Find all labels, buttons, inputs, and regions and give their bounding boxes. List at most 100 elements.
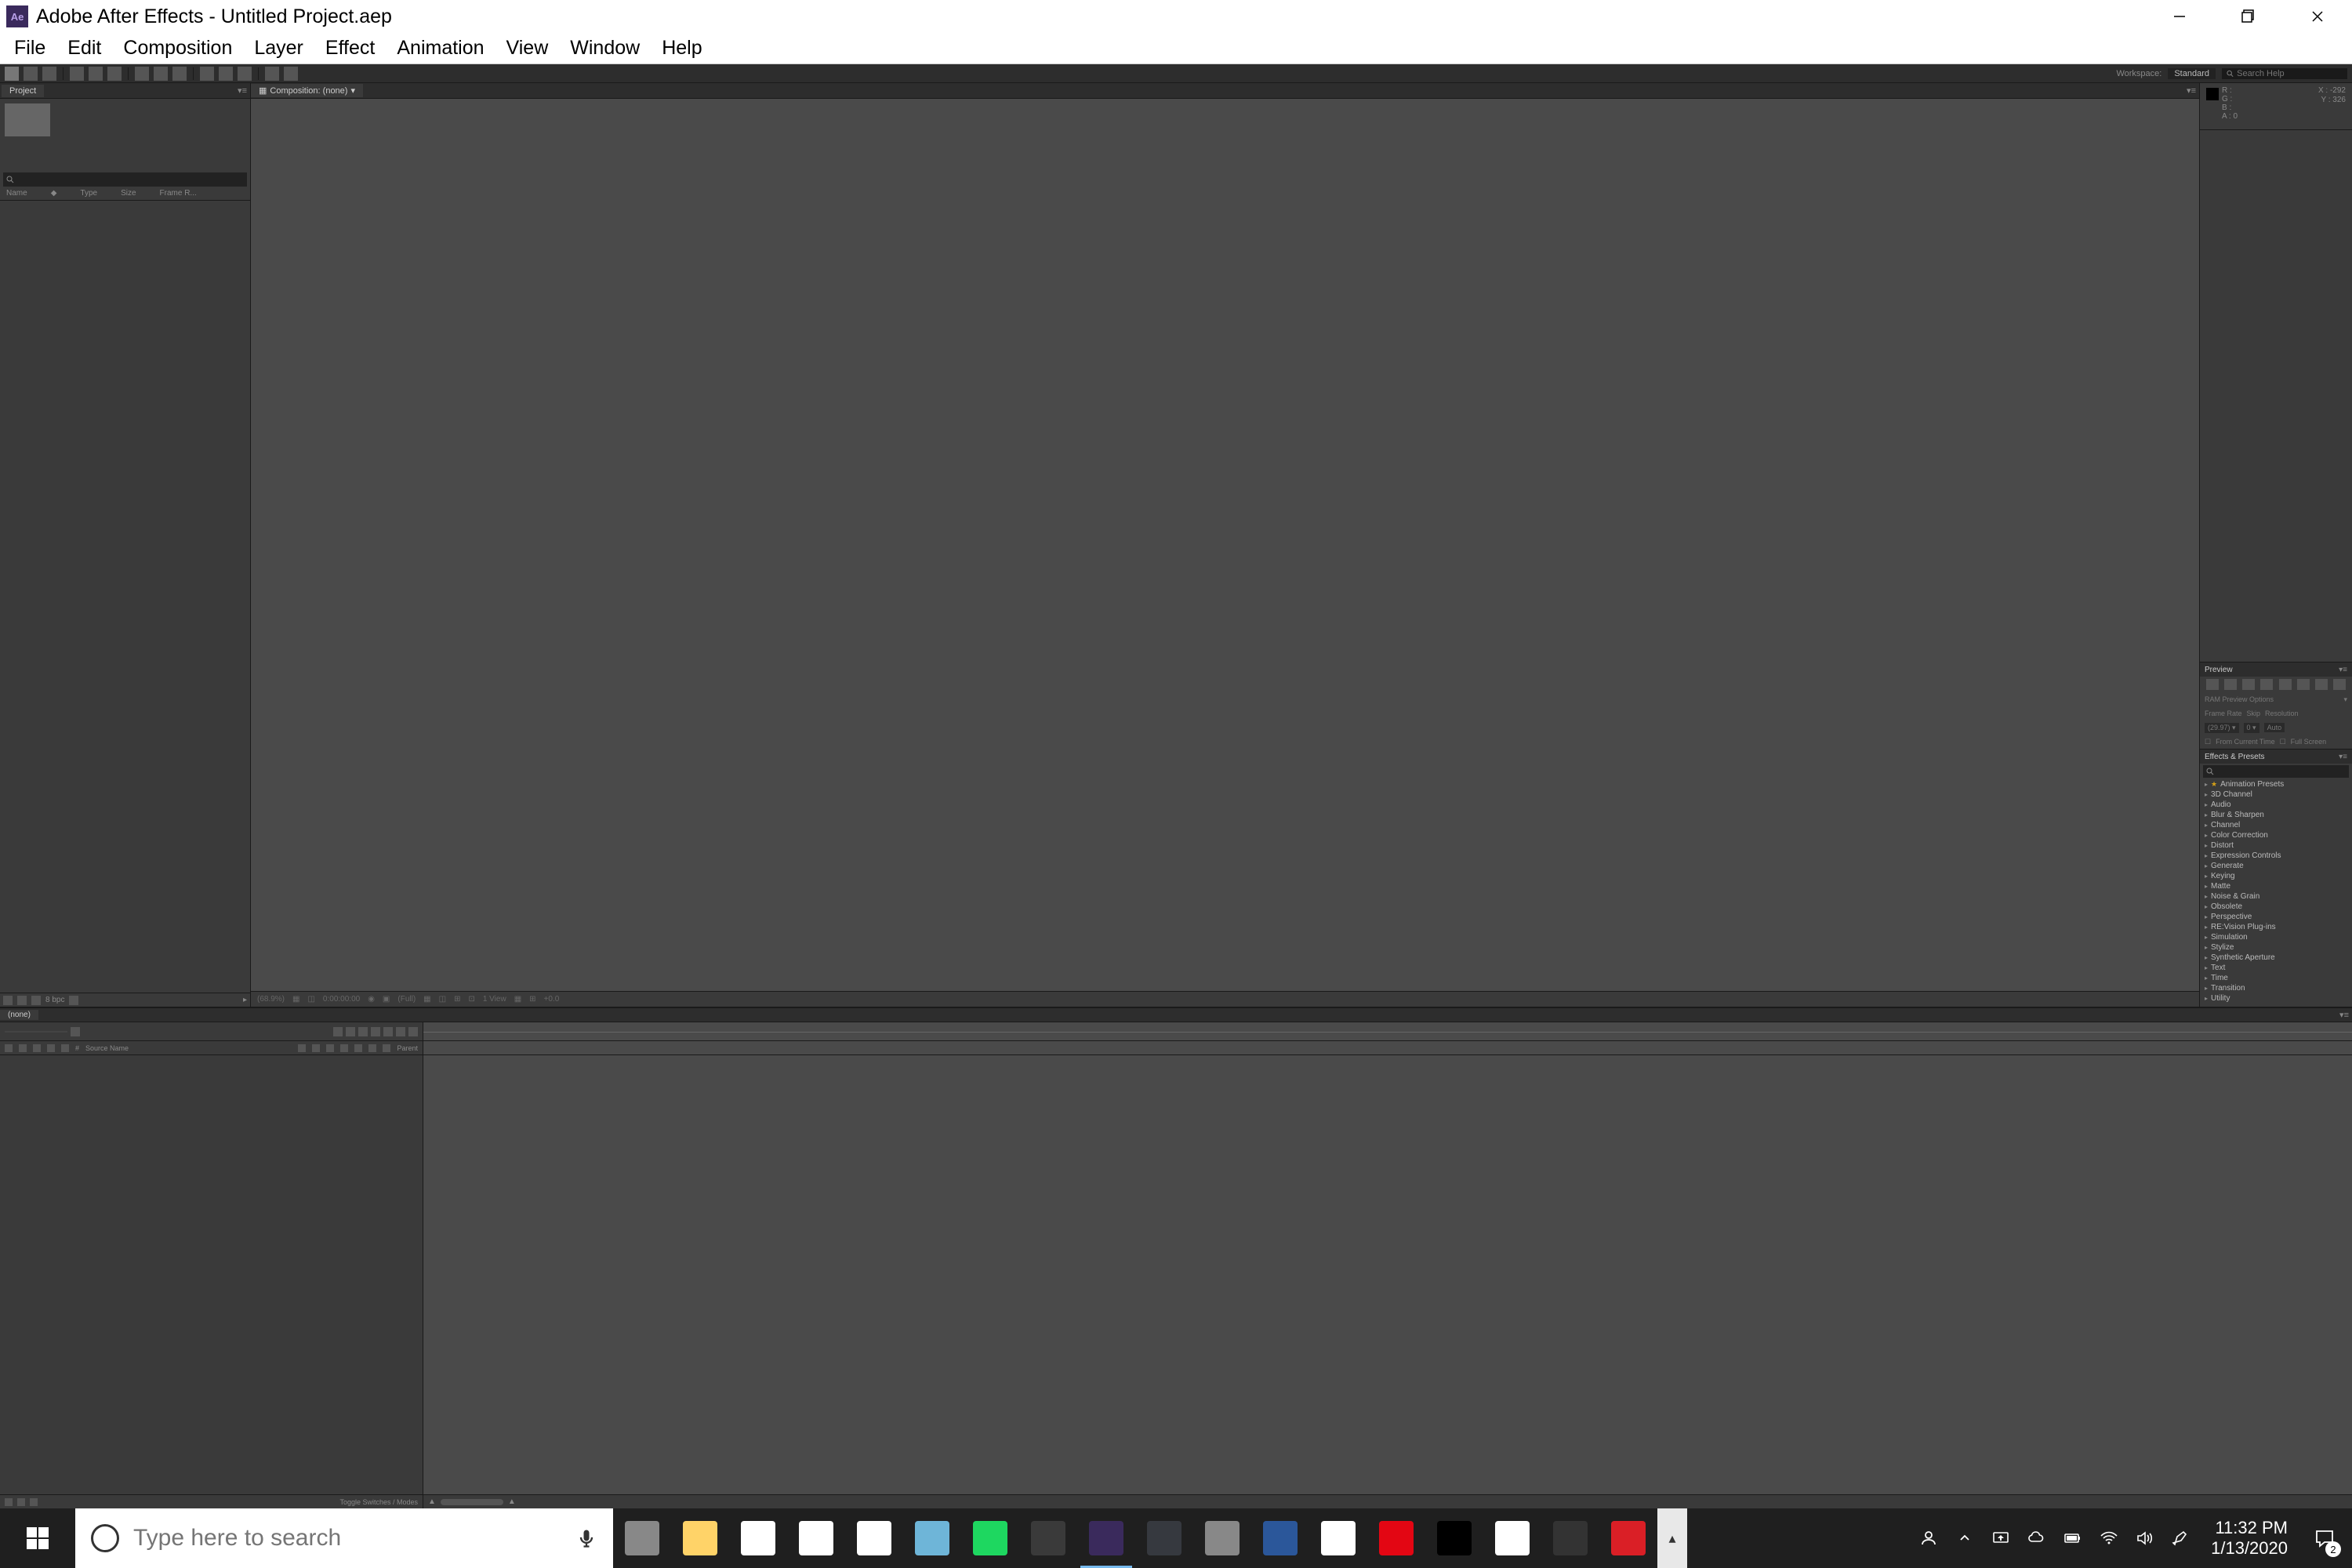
- mask-tool-icon[interactable]: [135, 67, 149, 81]
- roto-tool-icon[interactable]: [265, 67, 279, 81]
- switches-col-icon[interactable]: [298, 1044, 306, 1052]
- effects-category-item[interactable]: ▸Stylize: [2203, 942, 2349, 953]
- switches-col-icon[interactable]: [354, 1044, 362, 1052]
- frame-blend-icon[interactable]: [371, 1027, 380, 1036]
- effects-category-item[interactable]: ▸Expression Controls: [2203, 851, 2349, 861]
- taskbar-search[interactable]: [75, 1508, 613, 1568]
- menu-file[interactable]: File: [3, 34, 56, 63]
- action-center-button[interactable]: 2: [2300, 1508, 2349, 1568]
- menu-layer[interactable]: Layer: [243, 34, 314, 63]
- resolution-dropdown[interactable]: Auto: [2264, 723, 2285, 732]
- effects-category-item[interactable]: ▸★Animation Presets: [2203, 779, 2349, 789]
- taskbar-app-task-view[interactable]: [613, 1508, 671, 1568]
- effects-tab[interactable]: Effects & Presets ▾≡: [2200, 750, 2352, 764]
- expand-masks-icon[interactable]: [17, 1498, 25, 1506]
- effects-search-box[interactable]: [2203, 765, 2349, 778]
- taskbar-app-spotify[interactable]: [961, 1508, 1019, 1568]
- index-col[interactable]: #: [75, 1044, 79, 1052]
- comp-footer-icon[interactable]: ◉: [368, 995, 375, 1004]
- taskbar-app-visual-studio[interactable]: [1019, 1508, 1077, 1568]
- brainstorm-icon[interactable]: [396, 1027, 405, 1036]
- comp-mini-flowchart-icon[interactable]: [333, 1027, 343, 1036]
- camera-tool-icon[interactable]: [89, 67, 103, 81]
- comp-time[interactable]: 0:00:00:00: [323, 995, 360, 1004]
- close-button[interactable]: [2283, 0, 2352, 33]
- brush-tool-icon[interactable]: [200, 67, 214, 81]
- panel-menu-icon[interactable]: ▾≡: [2336, 1010, 2352, 1020]
- project-tab[interactable]: Project: [2, 85, 44, 97]
- selection-tool-icon[interactable]: [5, 67, 19, 81]
- pan-behind-tool-icon[interactable]: [107, 67, 122, 81]
- effects-category-item[interactable]: ▸RE:Vision Plug-ins: [2203, 922, 2349, 932]
- effects-category-item[interactable]: ▸Simulation: [2203, 932, 2349, 942]
- effects-category-item[interactable]: ▸Text: [2203, 963, 2349, 973]
- effects-category-item[interactable]: ▸Utility: [2203, 993, 2349, 1004]
- taskbar-app-target[interactable]: [1367, 1508, 1425, 1568]
- timeline-track-header[interactable]: [423, 1041, 2352, 1054]
- menu-view[interactable]: View: [495, 34, 560, 63]
- wifi-icon[interactable]: [2092, 1508, 2126, 1568]
- comp-footer-icon[interactable]: ◫: [439, 995, 446, 1004]
- last-frame-button[interactable]: [2279, 679, 2292, 690]
- maximize-button[interactable]: [2214, 0, 2283, 33]
- pen-icon[interactable]: [2164, 1508, 2198, 1568]
- taskbar-search-input[interactable]: [133, 1525, 561, 1552]
- panel-menu-icon[interactable]: ▾≡: [2183, 85, 2199, 96]
- taskbar-app-adobe-cc[interactable]: [1599, 1508, 1657, 1568]
- comp-footer-icon[interactable]: ▦: [514, 995, 521, 1004]
- hand-tool-icon[interactable]: [24, 67, 38, 81]
- text-tool-icon[interactable]: [172, 67, 187, 81]
- eraser-tool-icon[interactable]: [238, 67, 252, 81]
- battery-icon[interactable]: [2056, 1508, 2090, 1568]
- taskbar-app-chrome[interactable]: [787, 1508, 845, 1568]
- lock-col-icon[interactable]: [47, 1044, 55, 1052]
- taskbar-app-word[interactable]: [1251, 1508, 1309, 1568]
- col-frame[interactable]: Frame R...: [160, 189, 197, 198]
- timeline-layer-list[interactable]: [0, 1055, 423, 1494]
- people-icon[interactable]: [1911, 1508, 1946, 1568]
- panel-menu-icon[interactable]: ▾≡: [2339, 666, 2347, 674]
- search-help-input[interactable]: [2237, 69, 2343, 78]
- taskbar-app-settings[interactable]: [1193, 1508, 1251, 1568]
- taskbar-app-notes[interactable]: [903, 1508, 961, 1568]
- next-frame-button[interactable]: [2260, 679, 2273, 690]
- expand-transform-icon[interactable]: [5, 1498, 13, 1506]
- mute-button[interactable]: [2297, 679, 2310, 690]
- menu-effect[interactable]: Effect: [314, 34, 386, 63]
- interpret-footage-icon[interactable]: [3, 996, 13, 1005]
- taskbar-clock[interactable]: 11:32 PM 1/13/2020: [2200, 1518, 2299, 1559]
- menu-composition[interactable]: Composition: [112, 34, 243, 63]
- effects-category-item[interactable]: ▸Color Correction: [2203, 830, 2349, 840]
- switches-col-icon[interactable]: [326, 1044, 334, 1052]
- comp-footer-icon[interactable]: ◫: [307, 995, 314, 1004]
- effects-category-item[interactable]: ▸Audio: [2203, 800, 2349, 810]
- switches-col-icon[interactable]: [368, 1044, 376, 1052]
- effects-category-item[interactable]: ▸3D Channel: [2203, 789, 2349, 800]
- switches-col-icon[interactable]: [383, 1044, 390, 1052]
- effects-category-item[interactable]: ▸Generate: [2203, 861, 2349, 871]
- ram-preview-button[interactable]: [2333, 679, 2346, 690]
- rotation-tool-icon[interactable]: [70, 67, 84, 81]
- comp-exposure[interactable]: +0.0: [544, 995, 560, 1004]
- parent-col[interactable]: Parent: [397, 1044, 418, 1052]
- menu-edit[interactable]: Edit: [56, 34, 112, 63]
- col-type[interactable]: Type: [80, 189, 97, 198]
- composition-tab[interactable]: ▦ Composition: (none) ▾: [251, 84, 363, 97]
- taskbar-scroll-up[interactable]: ▴: [1657, 1508, 1687, 1568]
- new-comp-icon[interactable]: [31, 996, 41, 1005]
- effects-category-item[interactable]: ▸Blur & Sharpen: [2203, 810, 2349, 820]
- framerate-dropdown[interactable]: (29.97) ▾: [2205, 723, 2239, 733]
- switches-col-icon[interactable]: [312, 1044, 320, 1052]
- preview-tab[interactable]: Preview ▾≡: [2200, 662, 2352, 677]
- effects-category-item[interactable]: ▸Noise & Grain: [2203, 891, 2349, 902]
- expand-effects-icon[interactable]: [30, 1498, 38, 1506]
- workspace-dropdown[interactable]: Standard: [2168, 68, 2216, 79]
- effects-category-item[interactable]: ▸Transition: [2203, 983, 2349, 993]
- project-bpc[interactable]: 8 bpc: [45, 996, 64, 1004]
- source-name-col[interactable]: Source Name: [85, 1044, 129, 1052]
- loop-button[interactable]: [2315, 679, 2328, 690]
- comp-res[interactable]: (Full): [397, 995, 416, 1004]
- comp-view[interactable]: 1 View: [483, 995, 506, 1004]
- effects-category-item[interactable]: ▸Channel: [2203, 820, 2349, 830]
- panel-menu-icon[interactable]: ▾≡: [234, 85, 250, 96]
